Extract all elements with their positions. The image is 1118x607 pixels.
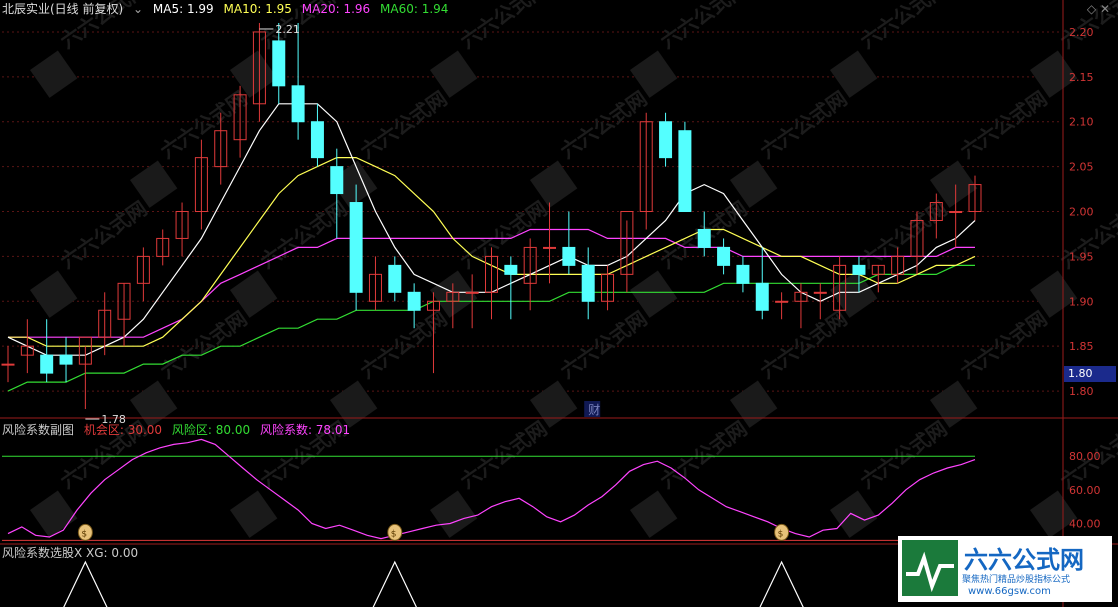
site-logo: 六六公式网 聚焦热门精品炒股指标公式 www.66gsw.com [898,536,1112,602]
candle-body [697,228,711,248]
candle-body [949,211,963,214]
logo-mark-icon [902,540,958,596]
candle-body [330,166,344,195]
y-tick-label: 1.80 [1069,385,1094,398]
high-label: 2.21 [275,23,300,36]
watermark-text: 六六公式网 [856,0,952,53]
y-tick-label: 1.90 [1069,295,1094,308]
xg-signal-peak [372,560,417,607]
candle-body [465,291,479,294]
money-bag-glyph: $ [391,529,397,539]
logo-slogan: 聚焦热门精品炒股指标公式 [962,575,1071,585]
watermark-text: 六六公式网 [956,86,1052,163]
stock-chart-canvas[interactable]: 六六公式网 六六公式网 六六公式网 六六公式网 六六公式网 六六公式网六六公式网 六六公式网… [0,0,1118,607]
y-tick-label: 2.15 [1069,71,1094,84]
watermark-text: 六六公式网 [156,86,252,163]
axes-layer: 2.20 2.15 2.10 2.05 2.00 1.95 1.90 1.85 1.80 2.21… [0,0,1118,607]
candle-body [852,264,866,275]
candle-body [40,354,54,374]
candle-body [388,264,402,293]
watermark-mark [29,490,78,538]
watermark-text: 六六公式网 [656,0,752,53]
candle-body [543,246,557,249]
candle-body [562,246,576,266]
y-tick-label: 2.05 [1069,161,1094,174]
sub1-header: 风险系数副图 机会区: 30.00 风险区: 80.00 风险系数: 78.01 [2,421,356,438]
candle-body [407,291,421,311]
watermark-mark [629,490,678,538]
watermark-text: 六六公式网 [556,86,652,163]
xg-signal-peak [759,560,804,607]
candle-body [581,264,595,302]
opportunity-zone: 机会区: 30.00 [83,423,163,437]
candle-body [59,354,73,365]
y-tick-label: 1.95 [1069,250,1094,263]
watermark-text: 六六公式网 [156,306,252,383]
fin-marker-bg [584,401,601,417]
watermark-text: 六六公式网 [556,306,652,383]
candle-body [775,300,789,303]
ma5-value: MA5: 1.99 [152,2,214,16]
watermark-mark [829,490,878,538]
candle-body [755,282,769,311]
ma20-value: MA20: 1.96 [301,2,371,16]
watermark-mark [30,50,78,98]
watermark-text: 六六公式网 [756,86,852,163]
watermark-mark [429,490,478,538]
candle-body [1,363,15,366]
watermark-text: 六六公式网 [456,196,552,273]
watermark-text: 六六公式网 [756,306,852,383]
watermark-text: 六六公式网 [656,416,752,493]
logo-url: www.66gsw.com [968,586,1051,597]
current-price-badge: 1.80 [1064,366,1116,382]
sub1-y-tick: 40.00 [1069,517,1101,530]
watermark-layer: 六六公式网 六六公式网 六六公式网 六六公式网 六六公式网 六六公式网六六公式网 六六公式网… [29,0,1118,538]
watermark-text: 六六公式网 [456,416,552,493]
candle-body [272,40,286,87]
xg-signal-peak [63,560,108,607]
watermark-text: 六六公式网 [456,0,552,53]
watermark-text: 六六公式网 [356,86,452,163]
risk-coefficient: 风险系数: 78.01 [259,423,351,437]
candle-body [813,291,827,294]
candle-body [659,121,673,159]
sub1-y-tick: 60.00 [1069,484,1101,497]
money-bag-glyph: $ [81,529,87,539]
watermark-mark [1029,490,1078,538]
window-controls: ◇ ✕ [1087,2,1110,16]
ma10-value: MA10: 1.95 [223,2,292,16]
chevron-down-icon[interactable]: ⌄ [133,2,143,16]
y-tick-label: 1.85 [1069,340,1094,353]
candle-body [717,246,731,266]
y-tick-label: 2.20 [1069,26,1094,39]
diamond-icon[interactable]: ◇ [1087,2,1096,16]
candle-body [310,121,324,159]
money-bag-glyph: $ [778,529,784,539]
close-icon[interactable]: ✕ [1100,2,1110,16]
main-header: 北辰实业(日线 前复权) ⌄ MA5: 1.99 MA10: 1.95 MA20… [2,0,454,17]
sub2-title[interactable]: 风险系数选股X XG: 0.00 [2,546,138,560]
sub1-y-tick: 80.00 [1069,450,1101,463]
candle-body [349,202,363,293]
sub1-title[interactable]: 风险系数副图 [2,423,74,437]
candle-body [291,85,305,123]
y-tick-label: 2.00 [1069,206,1094,219]
watermark-text: 六六公式网 [356,306,452,383]
watermark-text: 六六公式网 [956,306,1052,383]
y-tick-label: 2.10 [1069,116,1094,129]
candle-body [736,264,750,284]
watermark-text: 六六公式网 [856,416,952,493]
risk-zone: 风险区: 80.00 [171,423,251,437]
candle-body [678,130,692,213]
watermark-mark [229,490,278,538]
risk-subchart[interactable]: 80.00 60.00 40.00 $ $ $ [2,438,1101,541]
sub2-header: 风险系数选股X XG: 0.00 [2,544,144,561]
ma60-value: MA60: 1.94 [380,2,449,16]
stock-title[interactable]: 北辰实业(日线 前复权) [2,2,123,16]
watermark-mark [30,270,78,318]
candle-body [504,264,518,275]
logo-title: 六六公式网 [964,546,1084,574]
